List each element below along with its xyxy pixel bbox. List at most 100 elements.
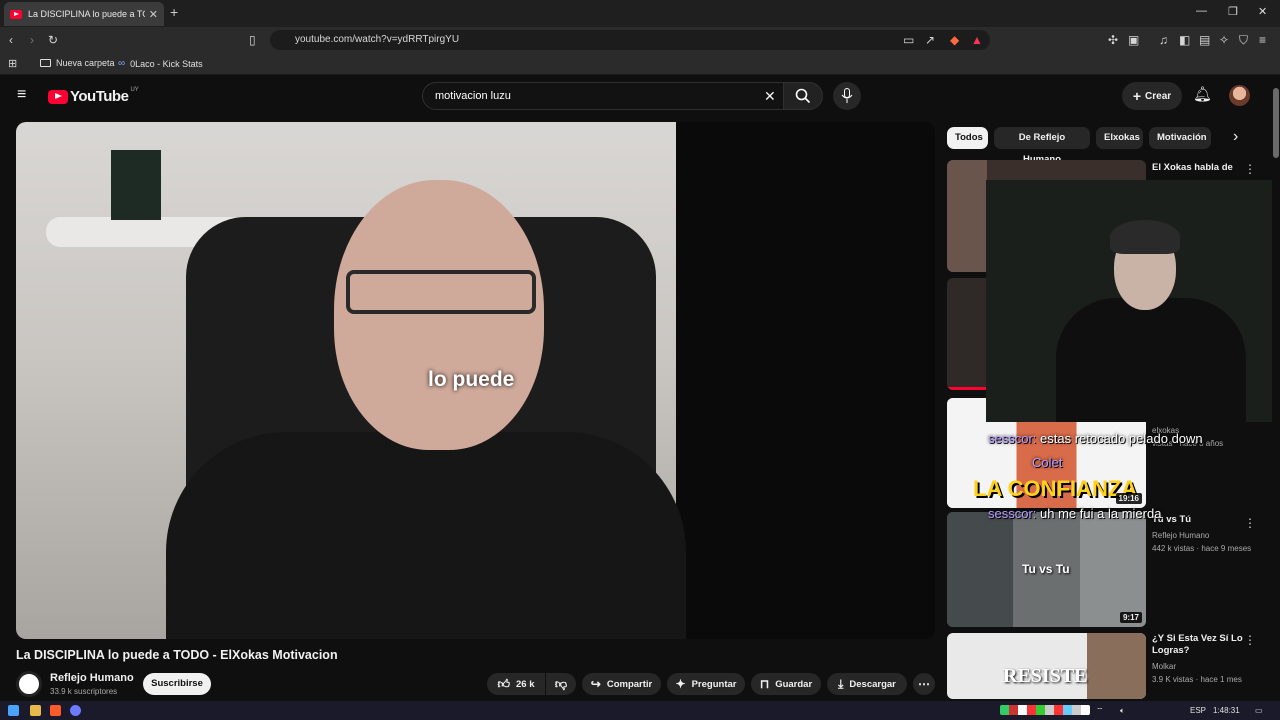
account-avatar[interactable]	[1229, 85, 1250, 106]
restore-icon[interactable]: ❐	[1228, 5, 1238, 18]
related-channel-3[interactable]: Reflejo Humano	[1152, 531, 1209, 540]
chip-reflejo-humano[interactable]: De Reflejo Humano	[994, 127, 1090, 165]
brave-browser-icon[interactable]	[50, 705, 61, 716]
create-button[interactable]: + Crear	[1122, 82, 1182, 110]
related-meta-4: 3.9 K vistas · hace 1 mes	[1152, 675, 1242, 684]
address-toolbar: ‹ › ↻ ▯ youtube.com/watch?v=ydRRTpirgYU …	[0, 27, 1280, 53]
windows-taskbar: ⌔ 🔈︎ ESP 1:48:31 ▭	[0, 701, 1280, 720]
ask-button[interactable]: ✦ Preguntar	[667, 673, 745, 695]
brave-shield-icon[interactable]: ◆	[950, 33, 959, 47]
page-scrollbar[interactable]	[1272, 76, 1280, 701]
tab-close-icon[interactable]: ✕	[149, 8, 158, 21]
chip-todos[interactable]: Todos	[947, 127, 988, 149]
wifi-icon[interactable]: ⌔	[1096, 706, 1104, 716]
subscriber-count: 33.9 k suscriptores	[50, 687, 118, 696]
extensions-icon[interactable]: ✣	[1108, 33, 1118, 47]
chips-next-icon[interactable]: ›	[1233, 128, 1238, 146]
notifications-bell-icon[interactable]: 🔔︎	[1193, 85, 1212, 103]
thumbs-up-icon: 👍︎	[497, 676, 511, 691]
language-indicator[interactable]: ESP	[1190, 706, 1206, 715]
thumb3-text: Tu vs Tu	[1022, 562, 1070, 576]
share-button[interactable]: ↪ Compartir	[582, 673, 661, 695]
thumb2-text: LA CONFIANZA	[973, 476, 1138, 501]
related-title-3[interactable]: Tú vs Tú	[1152, 514, 1252, 526]
chip-motivacion[interactable]: Motivación	[1149, 127, 1211, 149]
channel-avatar[interactable]	[16, 671, 42, 697]
back-icon[interactable]: ‹	[9, 33, 13, 47]
related-more-icon-1[interactable]: ⋮	[1244, 162, 1256, 176]
dislike-button[interactable]: 👎︎	[546, 673, 576, 695]
thumb1-face	[947, 160, 987, 272]
logo-text: YouTube	[70, 88, 129, 105]
bookmark-label: 0Laco - Kick Stats	[130, 58, 203, 69]
windows-start-icon[interactable]	[8, 705, 19, 716]
like-button[interactable]: 👍︎ 26 k	[487, 673, 545, 695]
related-thumbnail-4[interactable]: RESISTE	[947, 633, 1146, 699]
bookmark-icon[interactable]: ▯	[249, 33, 256, 47]
search-value: motivacion luzu	[435, 90, 511, 102]
brave-rewards-icon[interactable]: ▲	[971, 33, 983, 47]
browser-tabbar: La DISCIPLINA lo puede a TODO ✕ + — ❐ ✕	[0, 0, 1280, 27]
voice-search-button[interactable]	[833, 82, 861, 110]
related-more-icon-4[interactable]: ⋮	[1244, 633, 1256, 647]
chip-elxokas[interactable]: Elxokas	[1096, 127, 1143, 149]
search-button[interactable]	[783, 82, 823, 110]
related-thumbnail-3[interactable]: Tu vs Tu 9:17	[947, 512, 1146, 627]
discord-icon[interactable]	[70, 705, 81, 716]
video-subtitle: lo puede	[428, 368, 515, 391]
volume-icon[interactable]: 🔈︎	[1120, 706, 1125, 716]
share-label: Compartir	[606, 678, 653, 690]
leo-icon[interactable]: ✧	[1219, 33, 1229, 47]
thumb4-right	[1087, 633, 1146, 699]
share-icon: ↪	[590, 677, 601, 691]
forward-icon[interactable]: ›	[30, 33, 34, 47]
url-text: youtube.com/watch?v=ydRRTpirgYU	[295, 34, 460, 45]
youtube-favicon-icon	[10, 9, 22, 19]
subscribe-button[interactable]: Suscribirse	[143, 673, 211, 695]
youtube-logo[interactable]: YouTube UY	[48, 87, 139, 105]
minimize-icon[interactable]: —	[1196, 5, 1207, 17]
related-title-1[interactable]: El Xokas habla de	[1152, 162, 1252, 174]
search-icon	[795, 88, 811, 104]
ask-label: Preguntar	[691, 678, 737, 690]
save-button[interactable]: ⊓ Guardar	[751, 673, 821, 695]
video-person-head	[334, 180, 544, 450]
bookmark-nueva-carpeta[interactable]: Nueva carpeta	[40, 58, 115, 68]
like-count: 26 k	[516, 678, 535, 690]
bookmarks-bar: ⊞ Nueva carpeta ∞ 0Laco - Kick Stats	[0, 53, 1280, 75]
new-tab-icon[interactable]: +	[170, 4, 178, 20]
video-player[interactable]: lo puede	[16, 122, 935, 639]
cast-icon[interactable]: ▭	[903, 33, 914, 47]
wallet-icon[interactable]: ▤	[1199, 33, 1210, 47]
bookmark-label: Nueva carpeta	[56, 58, 115, 68]
close-window-icon[interactable]: ✕	[1258, 5, 1267, 18]
duration-badge-2: 19:16	[1115, 493, 1142, 504]
url-field[interactable]: youtube.com/watch?v=ydRRTpirgYU	[270, 30, 990, 50]
reload-icon[interactable]: ↻	[48, 33, 58, 47]
vpn-icon[interactable]: ⛉	[1239, 33, 1248, 47]
bookmark-kick-stats[interactable]: ∞ 0Laco - Kick Stats	[118, 58, 203, 69]
download-button[interactable]: ⤓ Descargar	[827, 673, 907, 695]
music-icon[interactable]: ♫	[1159, 33, 1168, 47]
share-page-icon[interactable]: ↗	[925, 33, 935, 47]
clock[interactable]: 1:48:31	[1213, 706, 1240, 715]
related-channel-4[interactable]: Molkar	[1152, 662, 1176, 671]
menu-icon[interactable]: ≡	[1259, 33, 1266, 47]
tab-title: La DISCIPLINA lo puede a TODO	[28, 9, 145, 19]
channel-name[interactable]: Reflejo Humano	[50, 672, 134, 684]
file-explorer-icon[interactable]	[30, 705, 41, 716]
scrollbar-thumb[interactable]	[1273, 88, 1279, 158]
hamburger-menu-icon[interactable]: ≡	[17, 86, 26, 104]
more-actions-button[interactable]: ⋯	[913, 673, 935, 695]
search-input[interactable]: motivacion luzu	[422, 82, 784, 110]
system-tray-icons[interactable]	[1000, 705, 1090, 715]
notifications-icon[interactable]: ▭	[1255, 706, 1263, 715]
chat-message-1: sesscor: estas retocado pelado down	[988, 431, 1203, 446]
related-more-icon-3[interactable]: ⋮	[1244, 516, 1256, 530]
browser-tab[interactable]: La DISCIPLINA lo puede a TODO ✕	[4, 2, 164, 26]
sidebar-icon[interactable]: ◧	[1179, 33, 1190, 47]
clear-search-icon[interactable]: ✕	[764, 88, 776, 105]
related-title-4[interactable]: ¿Y Si Esta Vez Sí Lo Logras?	[1152, 633, 1252, 657]
apps-grid-icon[interactable]: ⊞	[8, 57, 17, 71]
screenshot-icon[interactable]: ▣	[1128, 33, 1139, 47]
